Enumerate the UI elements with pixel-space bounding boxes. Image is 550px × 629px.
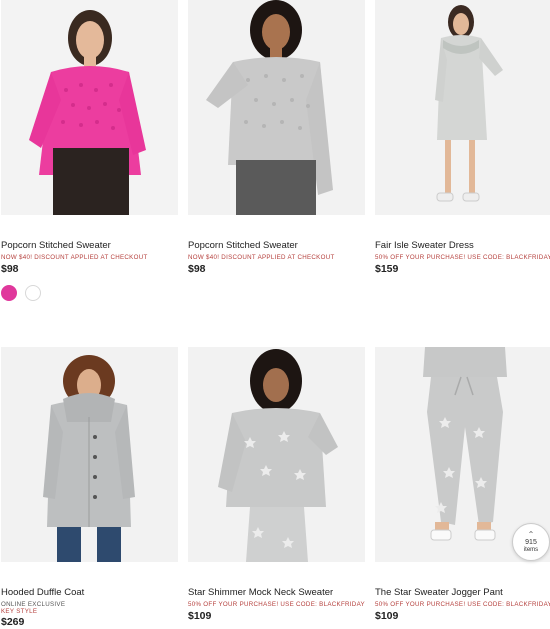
product-card[interactable]: The Star Sweater Jogger Pant 50% OFF YOU… — [375, 347, 550, 623]
product-card[interactable]: Popcorn Stitched Sweater NOW $40! DISCOU… — [1, 0, 178, 301]
product-image[interactable] — [1, 347, 178, 562]
product-card[interactable]: Star Shimmer Mock Neck Sweater 50% OFF Y… — [188, 347, 365, 623]
color-swatch-pink[interactable] — [1, 285, 17, 301]
product-card[interactable]: Hooded Duffle Coat ONLINE EXCLUSIVE KEY … — [1, 347, 178, 629]
product-tag-key-style: KEY STYLE — [1, 608, 38, 615]
items-count: 915 — [525, 538, 537, 546]
product-name[interactable]: Popcorn Stitched Sweater — [1, 240, 178, 252]
product-price: $98 — [188, 263, 206, 275]
color-swatch-white[interactable] — [25, 285, 41, 301]
product-image[interactable] — [188, 0, 365, 215]
product-promo: NOW $40! DISCOUNT APPLIED AT CHECKOUT — [188, 254, 335, 261]
product-image[interactable] — [188, 347, 365, 562]
product-price: $269 — [1, 616, 25, 628]
product-promo: 50% OFF YOUR PURCHASE! USE CODE: BLACKFR… — [375, 601, 550, 608]
product-promo: 50% OFF YOUR PURCHASE! USE CODE: BLACKFR… — [375, 254, 550, 261]
product-card[interactable]: Popcorn Stitched Sweater NOW $40! DISCOU… — [188, 0, 365, 276]
items-label: items — [523, 546, 539, 553]
product-card[interactable]: Fair Isle Sweater Dress 50% OFF YOUR PUR… — [375, 0, 550, 276]
scroll-top-button[interactable]: ⌃ 915 items — [512, 523, 550, 561]
product-name[interactable]: The Star Sweater Jogger Pant — [375, 587, 550, 599]
product-name[interactable]: Popcorn Stitched Sweater — [188, 240, 365, 252]
product-price: $159 — [375, 263, 399, 275]
color-swatches — [1, 285, 178, 301]
product-promo: 50% OFF YOUR PURCHASE! USE CODE: BLACKFR… — [188, 601, 365, 608]
chevron-up-icon: ⌃ — [527, 529, 535, 539]
product-name[interactable]: Fair Isle Sweater Dress — [375, 240, 550, 252]
product-name[interactable]: Hooded Duffle Coat — [1, 587, 178, 599]
product-image[interactable] — [375, 0, 550, 215]
product-tag-exclusive: ONLINE EXCLUSIVE — [1, 601, 66, 608]
product-promo: NOW $40! DISCOUNT APPLIED AT CHECKOUT — [1, 254, 148, 261]
product-name[interactable]: Star Shimmer Mock Neck Sweater — [188, 587, 365, 599]
product-price: $109 — [375, 610, 399, 622]
product-price: $98 — [1, 263, 19, 275]
product-image[interactable] — [1, 0, 178, 215]
product-price: $109 — [188, 610, 212, 622]
